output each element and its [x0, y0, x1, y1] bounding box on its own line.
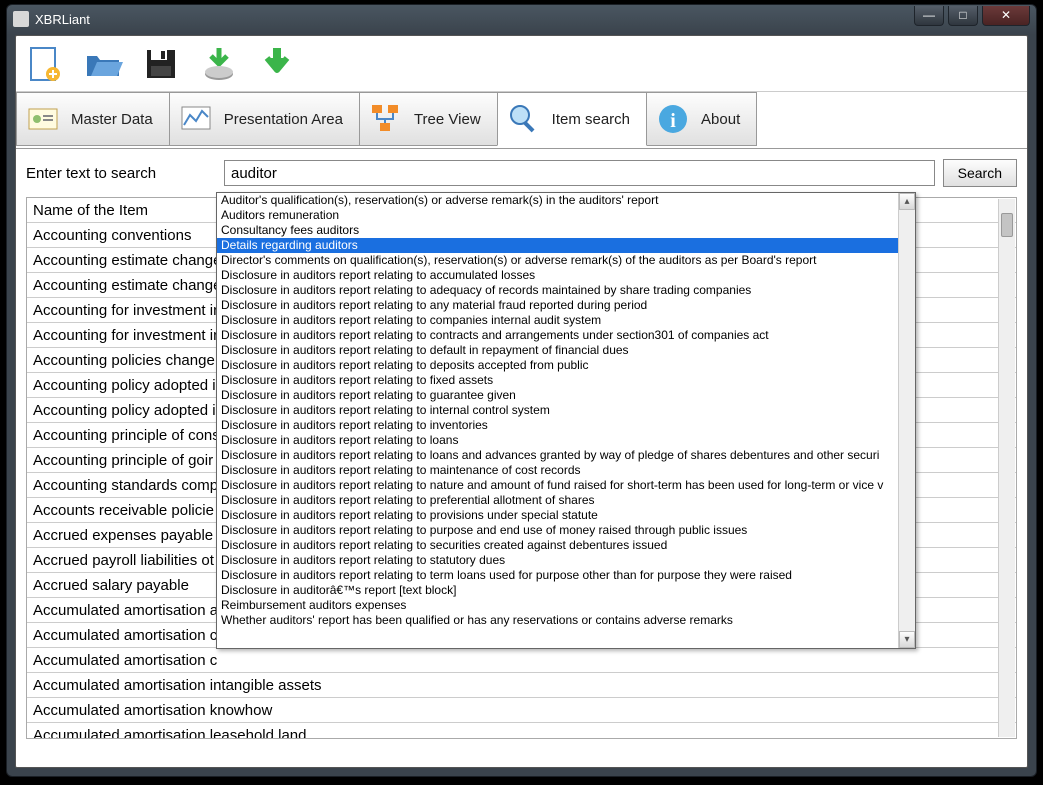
dropdown-item[interactable]: Disclosure in auditors report relating t…	[217, 403, 898, 418]
presentation-icon	[176, 99, 216, 139]
dropdown-item[interactable]: Disclosure in auditors report relating t…	[217, 523, 898, 538]
dropdown-item[interactable]: Disclosure in auditors report relating t…	[217, 418, 898, 433]
download-button[interactable]	[254, 41, 300, 87]
tab-label: Item search	[552, 111, 630, 128]
result-row[interactable]: Accumulated amortisation c	[27, 648, 1016, 673]
window-title: XBRLiant	[35, 12, 914, 27]
dropdown-scrollbar[interactable]: ▴ ▾	[898, 193, 915, 648]
tab-master-data[interactable]: Master Data	[16, 92, 170, 146]
search-icon	[504, 99, 544, 139]
dropdown-item[interactable]: Disclosure in auditors report relating t…	[217, 298, 898, 313]
dropdown-item[interactable]: Disclosure in auditors report relating t…	[217, 343, 898, 358]
open-button[interactable]	[80, 41, 126, 87]
master-data-icon	[23, 99, 63, 139]
dropdown-item[interactable]: Reimbursement auditors expenses	[217, 598, 898, 613]
dropdown-item[interactable]: Disclosure in auditors report relating t…	[217, 388, 898, 403]
dropdown-item[interactable]: Disclosure in auditors report relating t…	[217, 358, 898, 373]
dropdown-item[interactable]: Disclosure in auditors report relating t…	[217, 463, 898, 478]
tree-view-icon	[366, 99, 406, 139]
tab-presentation-area[interactable]: Presentation Area	[169, 92, 360, 146]
maximize-button[interactable]: □	[948, 6, 978, 26]
dropdown-item[interactable]: Disclosure in auditors report relating t…	[217, 508, 898, 523]
minimize-button[interactable]: —	[914, 6, 944, 26]
dropdown-item[interactable]: Disclosure in auditors report relating t…	[217, 373, 898, 388]
dropdown-item[interactable]: Disclosure in auditors report relating t…	[217, 268, 898, 283]
svg-text:i: i	[670, 110, 676, 132]
tab-about[interactable]: i About	[646, 92, 757, 146]
info-icon: i	[653, 99, 693, 139]
scroll-thumb[interactable]	[1001, 213, 1013, 237]
dropdown-item[interactable]: Disclosure in auditors report relating t…	[217, 478, 898, 493]
tab-label: Master Data	[71, 111, 153, 128]
dropdown-item[interactable]: Disclosure in auditors report relating t…	[217, 493, 898, 508]
scroll-down-button[interactable]: ▾	[899, 631, 915, 648]
dropdown-item[interactable]: Disclosure in auditors report relating t…	[217, 433, 898, 448]
save-button[interactable]	[138, 41, 184, 87]
dropdown-item[interactable]: Details regarding auditors	[217, 238, 898, 253]
results-scrollbar[interactable]	[998, 199, 1015, 737]
close-button[interactable]: ✕	[982, 6, 1030, 26]
tab-label: Tree View	[414, 111, 481, 128]
tab-label: About	[701, 111, 740, 128]
tab-bar: Master Data Presentation Area Tree View …	[16, 92, 1027, 146]
toolbar	[16, 36, 1027, 92]
dropdown-item[interactable]: Director's comments on qualification(s),…	[217, 253, 898, 268]
dropdown-item[interactable]: Consultancy fees auditors	[217, 223, 898, 238]
scroll-up-button[interactable]: ▴	[899, 193, 915, 210]
import-button[interactable]	[196, 41, 242, 87]
dropdown-item[interactable]: Disclosure in auditors report relating t…	[217, 568, 898, 583]
dropdown-item[interactable]: Disclosure in auditors report relating t…	[217, 328, 898, 343]
result-row[interactable]: Accumulated amortisation knowhow	[27, 698, 1016, 723]
dropdown-item[interactable]: Auditors remuneration	[217, 208, 898, 223]
autocomplete-dropdown[interactable]: Auditor's qualification(s), reservation(…	[216, 192, 916, 649]
dropdown-item[interactable]: Disclosure in auditorâ€™s report [text b…	[217, 583, 898, 598]
tab-tree-view[interactable]: Tree View	[359, 92, 498, 146]
dropdown-item[interactable]: Disclosure in auditors report relating t…	[217, 553, 898, 568]
new-button[interactable]	[22, 41, 68, 87]
tab-label: Presentation Area	[224, 111, 343, 128]
tab-item-search[interactable]: Item search	[497, 92, 647, 146]
dropdown-item[interactable]: Disclosure in auditors report relating t…	[217, 538, 898, 553]
search-label: Enter text to search	[26, 165, 216, 182]
search-button[interactable]: Search	[943, 159, 1017, 187]
search-input[interactable]	[224, 160, 935, 186]
dropdown-item[interactable]: Whether auditors' report has been qualif…	[217, 613, 898, 628]
dropdown-item[interactable]: Disclosure in auditors report relating t…	[217, 313, 898, 328]
dropdown-item[interactable]: Disclosure in auditors report relating t…	[217, 283, 898, 298]
dropdown-item[interactable]: Auditor's qualification(s), reservation(…	[217, 193, 898, 208]
result-row[interactable]: Accumulated amortisation leasehold land	[27, 723, 1016, 739]
app-icon	[13, 11, 29, 27]
result-row[interactable]: Accumulated amortisation intangible asse…	[27, 673, 1016, 698]
dropdown-item[interactable]: Disclosure in auditors report relating t…	[217, 448, 898, 463]
titlebar[interactable]: XBRLiant — □ ✕	[7, 5, 1036, 33]
